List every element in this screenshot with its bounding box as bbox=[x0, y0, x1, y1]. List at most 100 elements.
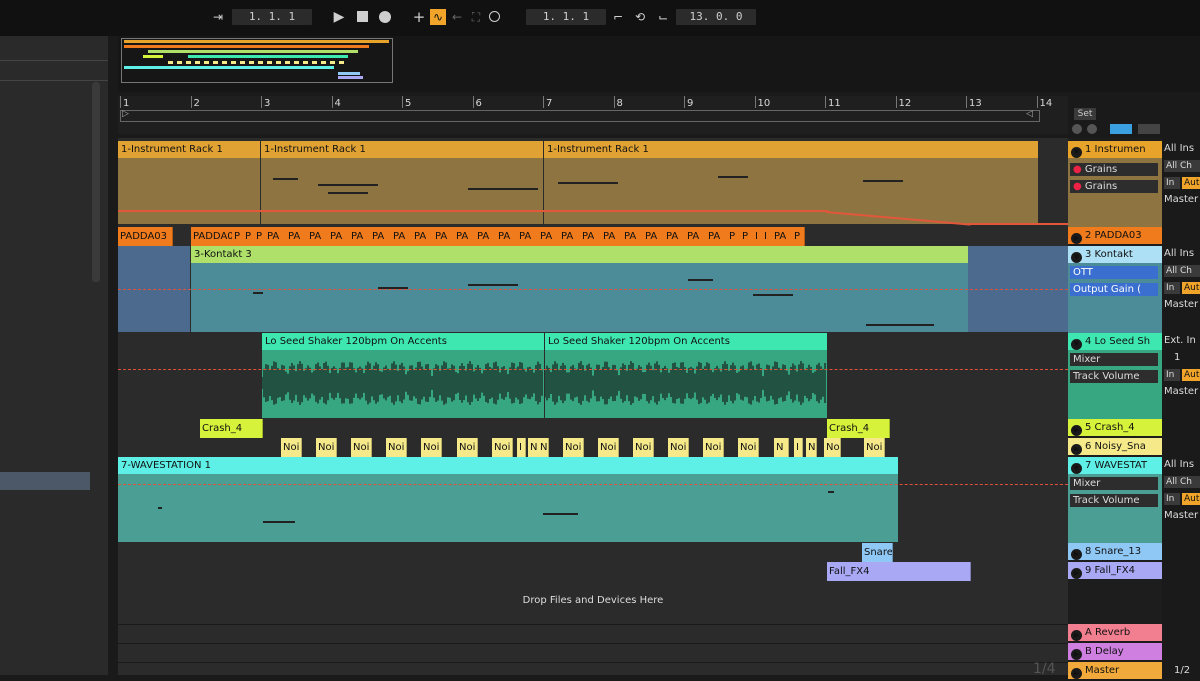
nav-right-icon[interactable] bbox=[1087, 124, 1097, 134]
output-type[interactable]: Master bbox=[1164, 510, 1198, 521]
track-header[interactable]: ▶ 5 Crash_4 bbox=[1068, 419, 1162, 438]
set-button[interactable]: Set bbox=[1074, 108, 1096, 120]
midi-note[interactable] bbox=[468, 188, 538, 190]
audio-clip[interactable]: PA bbox=[391, 227, 414, 246]
midi-clip[interactable]: 7-WAVESTATION 1 bbox=[118, 457, 898, 542]
input-channel[interactable]: All Ch bbox=[1164, 265, 1200, 277]
loop-end-marker-icon[interactable]: ◁ bbox=[1026, 109, 1033, 119]
audio-clip[interactable]: PA bbox=[370, 227, 393, 246]
monitor-auto-button[interactable]: Auto bbox=[1182, 282, 1200, 294]
audio-clip[interactable]: PA bbox=[349, 227, 372, 246]
device-chooser[interactable]: ● Grains bbox=[1070, 163, 1158, 176]
audio-clip[interactable]: Fall_FX4 bbox=[827, 562, 971, 581]
play-icon[interactable]: ▶ bbox=[1071, 549, 1082, 560]
midi-note[interactable] bbox=[688, 279, 713, 281]
audio-clip[interactable]: PA bbox=[538, 227, 561, 246]
audio-clip[interactable]: Lo Seed Shaker 120bpm On Accents bbox=[545, 333, 827, 418]
expand-icon[interactable] bbox=[1110, 124, 1132, 134]
audio-clip[interactable]: Crash_4 bbox=[827, 419, 890, 438]
track-title[interactable]: ▼ 3 Kontakt bbox=[1068, 246, 1162, 263]
audio-clip[interactable]: PADDA03 bbox=[118, 227, 173, 246]
track-header[interactable]: ▶ 8 Snare_13 bbox=[1068, 543, 1162, 562]
track-header[interactable]: ▶ 2 PADDA03 bbox=[1068, 227, 1162, 246]
automation-line[interactable] bbox=[118, 484, 1068, 485]
audio-clip[interactable]: Noi bbox=[864, 438, 885, 457]
midi-note[interactable] bbox=[718, 176, 748, 178]
monitor-in-button[interactable]: In bbox=[1164, 282, 1180, 294]
audio-clip[interactable]: PADDA0: bbox=[191, 227, 234, 246]
drop-area[interactable]: Drop Files and Devices Here bbox=[118, 581, 1068, 624]
audio-clip[interactable]: Noi bbox=[563, 438, 584, 457]
audio-clip[interactable]: Noi bbox=[492, 438, 513, 457]
monitor-auto-button[interactable]: Auto bbox=[1182, 177, 1200, 189]
automation-line[interactable] bbox=[118, 289, 1068, 290]
nav-left-icon[interactable] bbox=[1072, 124, 1082, 134]
parameter-chooser[interactable]: Track Volume bbox=[1070, 494, 1158, 507]
audio-clip[interactable]: PA bbox=[475, 227, 498, 246]
audio-clip[interactable]: Snare bbox=[862, 543, 893, 562]
midi-note[interactable] bbox=[253, 292, 263, 294]
audio-clip[interactable]: PA bbox=[706, 227, 729, 246]
audio-clip[interactable]: Noi bbox=[633, 438, 654, 457]
track-title[interactable]: ▶ 2 PADDA03 bbox=[1068, 227, 1162, 244]
audio-clip[interactable]: I bbox=[517, 438, 526, 457]
track-title[interactable]: ▶ 6 Noisy_Sna bbox=[1068, 438, 1162, 455]
device-chooser[interactable]: OTT bbox=[1070, 266, 1158, 279]
loop-length[interactable]: 13. 0. 0 bbox=[676, 9, 756, 25]
return-track-header[interactable]: ▶ B Delay bbox=[1068, 643, 1162, 662]
play-icon[interactable]: ▶ bbox=[1071, 233, 1082, 244]
track-title[interactable]: ▶ 5 Crash_4 bbox=[1068, 419, 1162, 436]
bar-ruler[interactable]: ▷ ◁ 1 2 3 4 5 6 7 8 9 10 11 12 13 14 bbox=[118, 96, 1068, 134]
audio-clip[interactable]: P bbox=[792, 227, 805, 246]
play-icon[interactable]: ▶ bbox=[331, 9, 347, 25]
play-icon[interactable]: ▶ bbox=[1071, 630, 1082, 641]
input-channel[interactable]: 1 bbox=[1174, 352, 1180, 363]
stop-icon[interactable] bbox=[354, 9, 370, 25]
audio-clip[interactable]: I bbox=[794, 438, 803, 457]
automation-line[interactable] bbox=[968, 223, 1068, 225]
midi-note[interactable] bbox=[558, 182, 618, 184]
audio-clip[interactable]: PA bbox=[265, 227, 288, 246]
parameter-chooser[interactable]: Output Gain ( bbox=[1070, 283, 1158, 296]
monitor-in-button[interactable]: In bbox=[1164, 493, 1180, 505]
fold-icon[interactable]: ▼ bbox=[1071, 463, 1082, 474]
audio-clip[interactable]: PA bbox=[664, 227, 687, 246]
track-title[interactable]: ▶ A Reverb bbox=[1068, 624, 1162, 641]
audio-clip[interactable]: PA bbox=[307, 227, 330, 246]
audio-clip[interactable]: Noi bbox=[598, 438, 619, 457]
loop-brace[interactable] bbox=[120, 110, 1040, 122]
monitor-auto-button[interactable]: Auto bbox=[1182, 369, 1200, 381]
midi-note[interactable] bbox=[468, 284, 518, 286]
capture-icon[interactable]: ⛶ bbox=[468, 9, 484, 25]
midi-note[interactable] bbox=[318, 184, 378, 186]
input-type[interactable]: All Ins bbox=[1164, 459, 1194, 470]
output-type[interactable]: Master bbox=[1164, 386, 1198, 397]
midi-note[interactable] bbox=[328, 192, 368, 194]
loop-start[interactable]: 1. 1. 1 bbox=[526, 9, 606, 25]
audio-clip[interactable]: PA bbox=[517, 227, 540, 246]
midi-note[interactable] bbox=[866, 324, 934, 326]
audio-clip[interactable]: N bbox=[806, 438, 817, 457]
midi-note[interactable] bbox=[273, 178, 298, 180]
audio-clip[interactable]: PA bbox=[580, 227, 603, 246]
play-icon[interactable]: ▶ bbox=[1071, 649, 1082, 660]
return-track-header[interactable]: ▶ A Reverb bbox=[1068, 624, 1162, 643]
play-icon[interactable]: ▶ bbox=[1071, 668, 1082, 679]
automation-line[interactable] bbox=[118, 210, 828, 212]
audio-clip[interactable]: PA bbox=[433, 227, 456, 246]
track-header[interactable]: ▼ 7 WAVESTAT Mixer Track Volume bbox=[1068, 457, 1162, 543]
monitor-in-button[interactable]: In bbox=[1164, 369, 1180, 381]
browser-selected-item[interactable] bbox=[0, 472, 90, 490]
audio-clip[interactable]: PA bbox=[601, 227, 624, 246]
track-header[interactable]: ▼ 3 Kontakt OTT Output Gain ( bbox=[1068, 246, 1162, 333]
audio-clip[interactable]: Noi bbox=[281, 438, 302, 457]
parameter-chooser[interactable]: ● Grains bbox=[1070, 180, 1158, 193]
lock-icon[interactable] bbox=[1138, 124, 1160, 134]
input-channel[interactable]: All Ch bbox=[1164, 160, 1200, 172]
track-title[interactable]: ▶ Master bbox=[1068, 662, 1162, 679]
device-chooser[interactable]: Mixer bbox=[1070, 353, 1158, 366]
audio-clip[interactable]: PA bbox=[286, 227, 309, 246]
output-type[interactable]: Master bbox=[1164, 194, 1198, 205]
punch-out-icon[interactable]: ⌙ bbox=[655, 9, 671, 25]
audio-clip[interactable]: PA bbox=[328, 227, 351, 246]
